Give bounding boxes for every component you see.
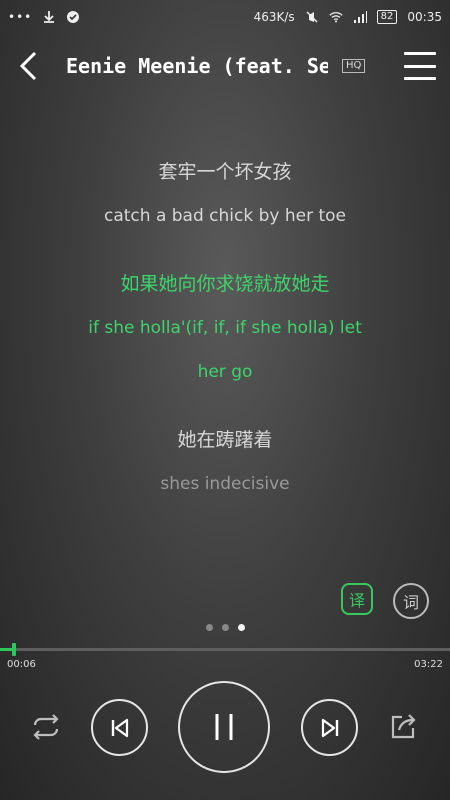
mute-icon (305, 10, 319, 24)
lyric-line: shes indecisive (160, 474, 290, 494)
network-speed: 463K/s (253, 10, 295, 24)
signal-icon (353, 10, 367, 24)
repeat-icon (33, 714, 59, 740)
hq-badge: HQ (342, 59, 366, 73)
page-dot[interactable] (205, 624, 213, 631)
next-icon (321, 718, 338, 737)
share-button[interactable] (386, 708, 422, 744)
page-dot[interactable] (221, 624, 229, 631)
next-button[interactable] (301, 699, 358, 756)
translate-label: 译 (348, 591, 365, 610)
wifi-icon (329, 10, 343, 24)
share-icon (391, 714, 416, 739)
lyrics-words-button[interactable]: 词 (393, 583, 429, 619)
words-label: 词 (402, 593, 419, 612)
lyric-line: catch a bad chick by her toe (103, 206, 347, 226)
status-right: 463K/s 82 00:35 (254, 10, 442, 24)
status-bar: ••• 463K/s 82 00:35 (0, 0, 450, 34)
song-title: Eenie Meenie (feat. Sean (66, 54, 328, 78)
menu-icon (404, 52, 436, 55)
progress-handle[interactable] (11, 643, 16, 656)
play-pause-button[interactable] (178, 681, 270, 773)
page-dot-active[interactable] (237, 624, 245, 631)
lyric-line: 她在踌躇着 (177, 429, 273, 451)
lyric-line: 套牢一个坏女孩 (158, 161, 292, 183)
translate-button[interactable]: 译 (341, 583, 373, 615)
lyric-line-current: 如果她向你求饶就放她走 (120, 273, 330, 295)
player-header: Eenie Meenie (feat. Sean HQ (0, 34, 450, 98)
menu-button[interactable] (404, 48, 436, 84)
status-left: ••• (8, 10, 80, 24)
check-circle-icon (66, 10, 80, 24)
clock: 00:35 (407, 10, 442, 24)
lyric-line-current: her go (197, 362, 253, 382)
pause-icon (215, 714, 233, 740)
progress-bar[interactable] (0, 643, 450, 656)
back-button[interactable] (12, 46, 44, 86)
back-arrow-icon (19, 51, 37, 81)
current-time: 00:06 (7, 659, 36, 670)
lyric-line-current: if she holla'(if, if, if she holla) let (88, 318, 362, 338)
total-time: 03:22 (414, 659, 443, 670)
playback-controls (0, 680, 450, 774)
previous-button[interactable] (91, 699, 148, 756)
status-dots: ••• (8, 10, 33, 24)
lyrics-panel[interactable]: 套牢一个坏女孩 catch a bad chick by her toe 如果她… (0, 150, 450, 506)
download-icon (42, 10, 56, 24)
battery-level: 82 (376, 10, 398, 24)
repeat-button[interactable] (26, 709, 66, 745)
page-indicator (0, 624, 450, 631)
previous-icon (111, 718, 128, 737)
